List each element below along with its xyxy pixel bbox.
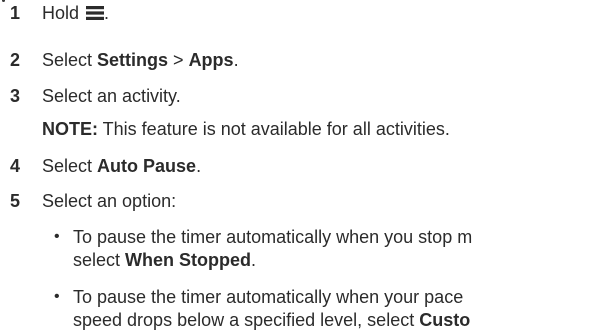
bullet-line: select When Stopped. bbox=[73, 250, 257, 270]
bullet-line: To pause the timer automatically when yo… bbox=[73, 287, 464, 307]
step-number: 1 bbox=[10, 3, 21, 23]
menu-icon bbox=[86, 6, 105, 20]
when-stopped-term: When Stopped bbox=[125, 250, 252, 270]
step-text: Select Auto Pause. bbox=[42, 156, 202, 176]
step-text: Hold . bbox=[42, 3, 110, 23]
custom-term: Custo bbox=[419, 310, 471, 330]
note: NOTE: This feature is not available for … bbox=[42, 118, 450, 140]
step-number: 4 bbox=[10, 156, 21, 176]
step-number: 5 bbox=[10, 191, 21, 211]
step-text: Select an activity. bbox=[42, 86, 181, 106]
step-number: 3 bbox=[10, 86, 21, 106]
step-text: Select Settings > Apps. bbox=[42, 50, 239, 70]
auto-pause-term: Auto Pause bbox=[97, 156, 197, 176]
bullet-line: speed drops below a specified level, sel… bbox=[73, 310, 471, 330]
note-text: This feature is not available for all ac… bbox=[98, 119, 450, 139]
step-number: 2 bbox=[10, 50, 21, 70]
bullet-dot: • bbox=[54, 228, 60, 245]
settings-term: Settings bbox=[97, 50, 169, 70]
bullet-line: To pause the timer automatically when yo… bbox=[73, 227, 473, 247]
step-text: Select an option: bbox=[42, 191, 177, 211]
manual-page: 1 Hold . 2 Select Settings > Apps. 3 Sel… bbox=[0, 0, 592, 331]
bullet-dot: • bbox=[54, 288, 60, 305]
text-fragment bbox=[0, 0, 8, 4]
apps-term: Apps bbox=[188, 50, 234, 70]
note-label: NOTE: bbox=[42, 119, 98, 139]
